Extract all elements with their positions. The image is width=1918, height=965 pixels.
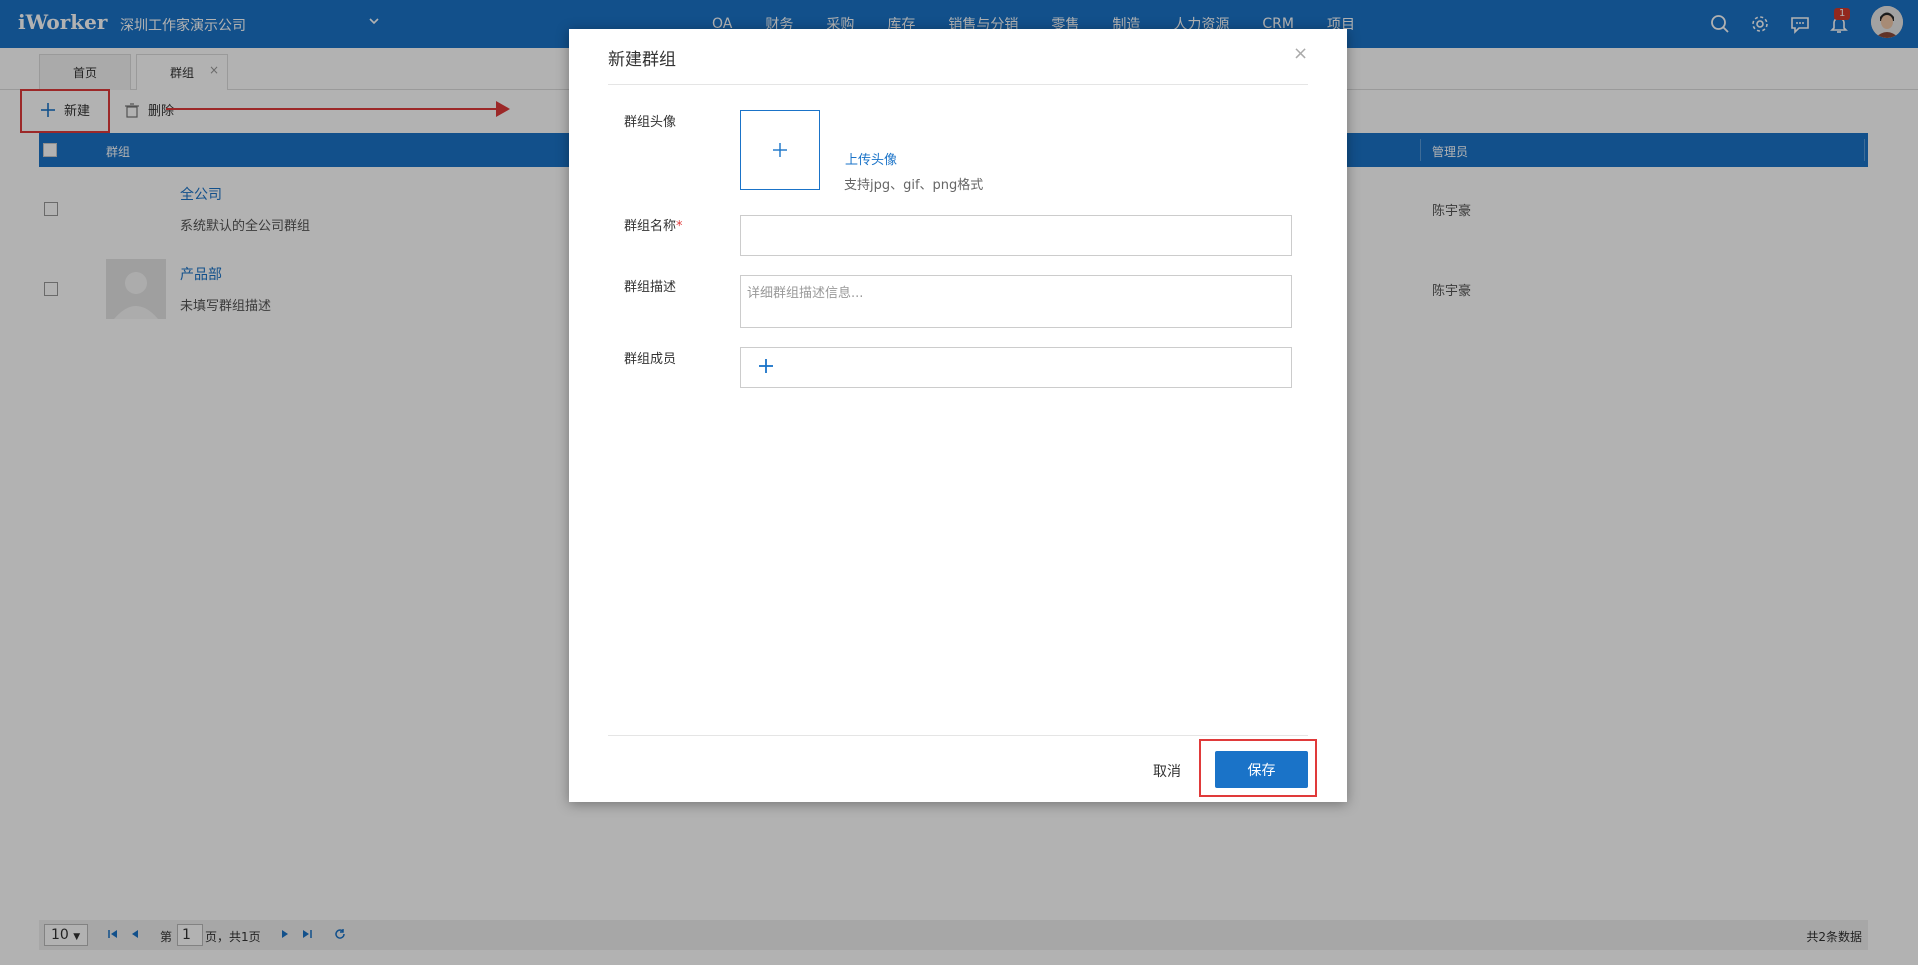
upload-hint: 支持jpg、gif、png格式 — [844, 178, 984, 193]
add-member-icon[interactable] — [758, 358, 774, 374]
group-name-label: 群组名称* — [624, 215, 683, 234]
new-group-dialog: 新建群组 × 群组头像 上传头像 支持jpg、gif、png格式 群组名称* 群… — [569, 29, 1347, 802]
cancel-button[interactable]: 取消 — [1153, 761, 1181, 781]
description-placeholder: 详细群组描述信息... — [747, 286, 864, 301]
plus-icon — [773, 143, 787, 157]
group-name-input[interactable] — [740, 215, 1292, 256]
save-button-highlight — [1199, 739, 1317, 797]
avatar-label: 群组头像 — [624, 115, 677, 130]
dialog-title: 新建群组 — [608, 50, 676, 70]
upload-avatar-link[interactable]: 上传头像 — [845, 149, 897, 168]
group-name-label-text: 群组名称 — [624, 219, 677, 234]
close-icon[interactable]: × — [1293, 43, 1308, 64]
divider — [608, 84, 1308, 85]
group-description-label: 群组描述 — [624, 280, 677, 295]
group-description-textarea[interactable]: 详细群组描述信息... — [740, 275, 1292, 328]
avatar-upload-box[interactable] — [740, 110, 820, 190]
group-members-field[interactable] — [740, 347, 1292, 388]
divider — [608, 735, 1308, 736]
required-mark: * — [676, 219, 683, 234]
group-members-label: 群组成员 — [624, 352, 677, 367]
